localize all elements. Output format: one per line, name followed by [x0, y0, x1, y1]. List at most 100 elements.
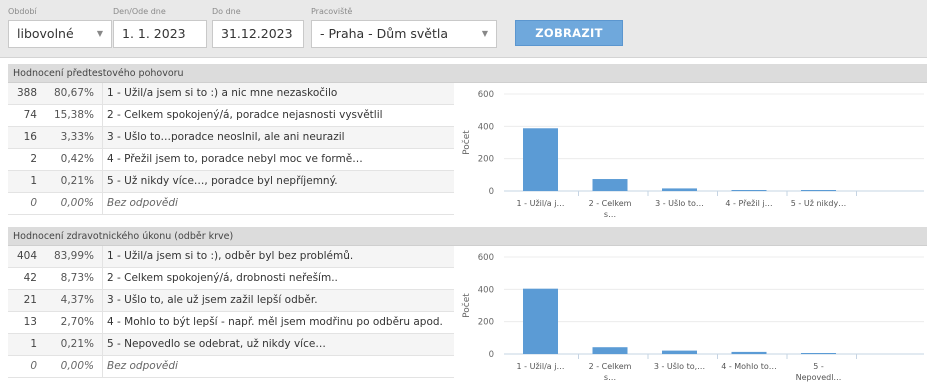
x-tick-label: 3 - Ušlo to… [655, 198, 704, 208]
from-date-input[interactable]: 1. 1. 2023 [113, 20, 207, 48]
count-cell: 42 [23, 272, 37, 284]
section-title: Hodnocení předtestového pohovoru [8, 64, 927, 83]
workplace-select[interactable]: - Praha - Dům světla ▼ [311, 20, 497, 48]
chevron-down-icon: ▼ [481, 29, 488, 38]
answer-label: 2 - Celkem spokojený/á, drobnosti neřeší… [102, 268, 454, 289]
to-date-label: Do dne [212, 7, 241, 16]
answer-label: 5 - Nepovedlo se odebrat, už nikdy více… [102, 334, 454, 355]
table-row: 2 0,42% 4 - Přežil jsem to, poradce nebyl … [8, 149, 454, 171]
y-tick-label: 600 [478, 90, 494, 100]
answer-label: 3 - Ušlo to…poradce neoslnil, ale ani ne… [102, 127, 454, 148]
count-cell: 404 [16, 250, 37, 262]
percent-cell: 2,70% [60, 316, 94, 328]
bar-chart: Počet 0 200 400 600 1 - Užil/a j… 2 - Celkem s…… [461, 90, 924, 219]
x-tick-label: 4 - Přežil j… [725, 199, 772, 208]
percent-cell: 15,38% [53, 109, 94, 121]
y-tick-label: 600 [478, 253, 494, 263]
x-tick-label: 1 - Užil/a j… [517, 199, 565, 208]
x-tick-label: 2 - Celkem [589, 199, 632, 208]
bar [731, 190, 767, 191]
chart-container: Počet 0 200 400 600 1 - Užil/a j… 2 - Celkem s…… [454, 246, 927, 388]
from-date-label: Den/Ode dne [113, 7, 166, 16]
x-tick-label: 1 - Užil/a j… [517, 362, 565, 371]
y-tick-label: 400 [478, 285, 494, 295]
results-table: 404 83,99% 1 - Užil/a jsem si to :), odběr… [8, 246, 454, 378]
bar [592, 179, 628, 191]
table-row: 404 83,99% 1 - Užil/a jsem si to :), odběr… [8, 246, 454, 268]
count-cell: 0 [30, 197, 37, 209]
x-tick-label: 2 - Celkem [589, 362, 632, 371]
table-row: 13 2,70% 4 - Mohlo to být lepší - např. mě… [8, 312, 454, 334]
percent-cell: 0,21% [60, 338, 94, 350]
count-cell: 1 [30, 175, 37, 187]
count-cell: 16 [23, 131, 37, 143]
percent-cell: 0,00% [60, 360, 94, 372]
percent-cell: 0,42% [60, 153, 94, 165]
answer-label: 5 - Už nikdy více…, poradce byl nepříjem… [102, 171, 454, 192]
count-cell: 2 [30, 153, 37, 165]
table-row: 16 3,33% 3 - Ušlo to…poradce neoslnil, ale… [8, 127, 454, 149]
count-cell: 21 [23, 294, 37, 306]
chevron-down-icon: ▼ [96, 29, 103, 38]
table-row: 21 4,37% 3 - Ušlo to, ale už jsem zažil le… [8, 290, 454, 312]
bar [662, 350, 697, 354]
x-tick-label: 3 - Ušlo to,… [654, 361, 705, 371]
x-tick-label: 5 - [813, 362, 824, 371]
bar [731, 351, 767, 354]
answer-label: 1 - Užil/a jsem si to :), odběr byl bez … [102, 246, 454, 267]
table-row: 0 0,00% Bez odpovědi [8, 356, 454, 378]
bar [523, 288, 558, 354]
table-row: 388 80,67% 1 - Užil/a jsem si to :) a nic … [8, 83, 454, 105]
percent-cell: 8,73% [60, 272, 94, 284]
answer-label: 3 - Ušlo to, ale už jsem zažil lepší odb… [102, 290, 454, 311]
filter-bar: Období libovolné ▼ Den/Ode dne 1. 1. 202… [0, 0, 927, 58]
period-select[interactable]: libovolné ▼ [8, 20, 112, 48]
answer-label: 1 - Užil/a jsem si to :) a nic mne nezas… [102, 83, 454, 104]
y-tick-label: 400 [478, 122, 494, 132]
x-tick-label: Nepovedl… [796, 373, 842, 382]
bar [801, 353, 836, 354]
count-cell: 0 [30, 360, 37, 372]
percent-cell: 80,67% [53, 87, 94, 99]
count-cell: 1 [30, 338, 37, 350]
bar [523, 128, 558, 191]
bar-chart: Počet 0 200 400 600 1 - Užil/a j… 2 - Celkem s…… [461, 253, 924, 382]
table-row: 74 15,38% 2 - Celkem spokojený/á, poradce … [8, 105, 454, 127]
y-tick-label: 200 [478, 318, 494, 328]
x-tick-label: s… [604, 373, 616, 382]
answer-label: 4 - Přežil jsem to, poradce nebyl moc ve… [102, 149, 454, 170]
workplace-value: - Praha - Dům světla [320, 26, 448, 41]
workplace-label: Pracoviště [311, 7, 353, 16]
y-tick-label: 0 [489, 350, 494, 360]
percent-cell: 0,00% [60, 197, 94, 209]
x-tick-label: 5 - Už nikdy… [791, 199, 846, 208]
x-tick-label: s… [604, 210, 616, 219]
table-row: 42 8,73% 2 - Celkem spokojený/á, drobnosti… [8, 268, 454, 290]
show-button[interactable]: ZOBRAZIT [515, 20, 623, 46]
period-value: libovolné [17, 26, 74, 41]
answer-label: 4 - Mohlo to být lepší - např. měl jsem … [102, 312, 454, 333]
percent-cell: 4,37% [60, 294, 94, 306]
answer-label: 2 - Celkem spokojený/á, poradce nejasnos… [102, 105, 454, 126]
x-tick-label: 4 - Mohlo to… [721, 362, 777, 371]
answer-label: Bez odpovědi [102, 193, 454, 214]
table-row: 1 0,21% 5 - Nepovedlo se odebrat, už nikdy… [8, 334, 454, 356]
to-date-input[interactable]: 31.12.2023 [212, 20, 304, 48]
results-table: 388 80,67% 1 - Užil/a jsem si to :) a nic … [8, 83, 454, 215]
bar [592, 347, 628, 354]
bar [801, 190, 836, 191]
y-axis-label: Počet [461, 130, 472, 155]
period-label: Období [8, 7, 37, 16]
percent-cell: 3,33% [60, 131, 94, 143]
count-cell: 13 [23, 316, 37, 328]
count-cell: 74 [23, 109, 37, 121]
y-tick-label: 200 [478, 155, 494, 165]
y-tick-label: 0 [489, 187, 494, 197]
section-title: Hodnocení zdravotnického úkonu (odběr kr… [8, 227, 927, 246]
table-row: 0 0,00% Bez odpovědi [8, 193, 454, 215]
percent-cell: 0,21% [60, 175, 94, 187]
bar [662, 188, 697, 191]
chart-container: Počet 0 200 400 600 1 - Užil/a j… 2 - Celkem s…… [454, 83, 927, 224]
percent-cell: 83,99% [53, 250, 94, 262]
count-cell: 388 [16, 87, 37, 99]
